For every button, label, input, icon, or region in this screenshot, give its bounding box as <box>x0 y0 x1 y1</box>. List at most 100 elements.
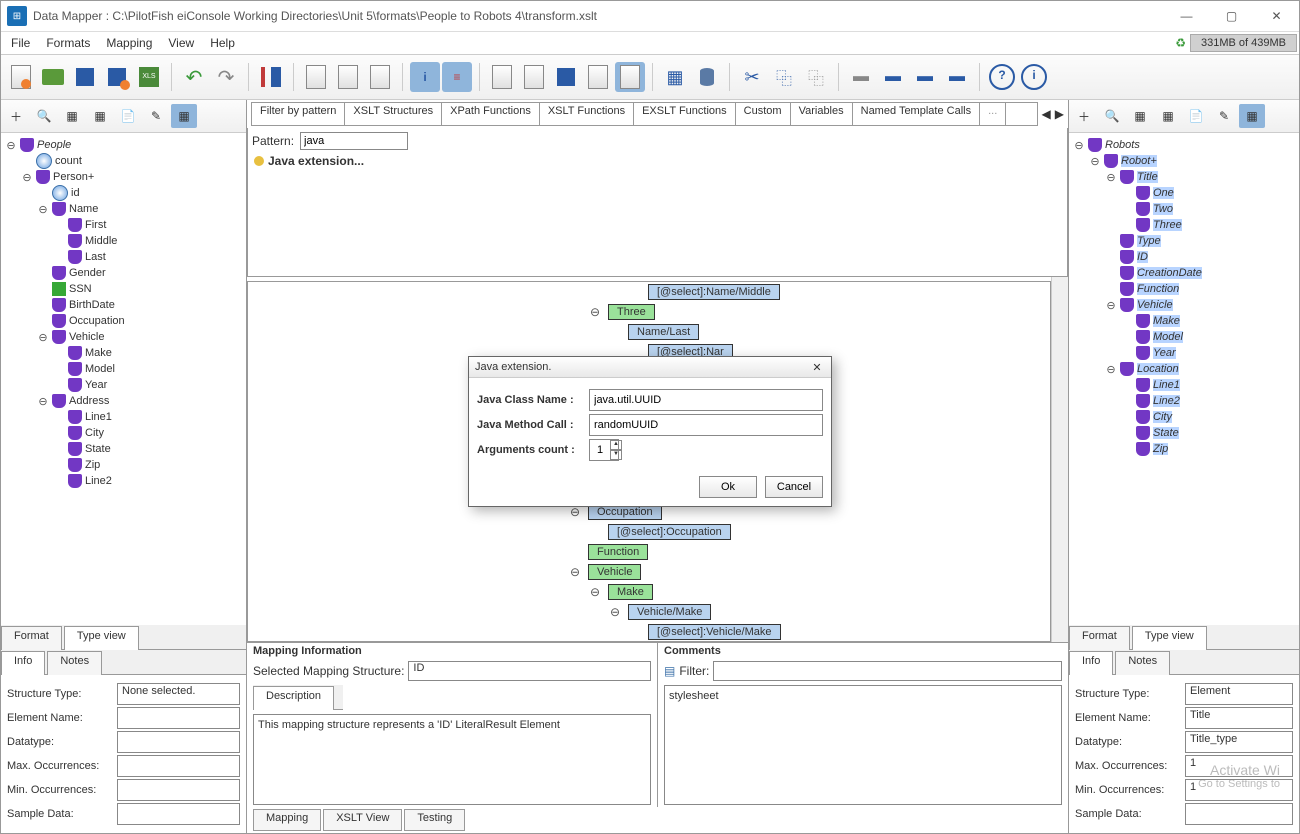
close-button[interactable]: ✕ <box>1254 1 1299 31</box>
new-file-button[interactable] <box>6 62 36 92</box>
redo-button[interactable]: ↷ <box>211 62 241 92</box>
target-node-robots[interactable]: ⊖Robots <box>1073 137 1295 153</box>
tab-mapping[interactable]: Mapping <box>253 809 321 831</box>
tab-info-right[interactable]: Info <box>1069 651 1113 675</box>
target-tree[interactable]: ⊖Robots⊖Robot+⊖TitleOneTwoThreeTypeIDCre… <box>1069 133 1299 625</box>
source-node-line2[interactable]: Line2 <box>5 473 242 489</box>
args-count-input[interactable] <box>590 440 610 460</box>
java-extension-item[interactable]: Java extension... <box>252 152 1063 170</box>
tab-xslt-view[interactable]: XSLT View <box>323 809 402 831</box>
tab-typeview-left[interactable]: Type view <box>64 626 139 650</box>
map-node-16[interactable]: ⊖Vehicle/Make <box>628 602 781 622</box>
args-count-spinner[interactable]: ▲ ▼ <box>589 439 619 461</box>
recycle-icon[interactable]: ♻ <box>1175 36 1186 50</box>
lt-btn5[interactable]: 📄 <box>115 104 141 128</box>
center-tab-2[interactable]: XPath Functions <box>442 103 540 125</box>
save-button[interactable] <box>70 62 100 92</box>
description-textarea[interactable]: This mapping structure represents a 'ID'… <box>253 714 651 805</box>
target-node-line2[interactable]: Line2 <box>1073 393 1295 409</box>
source-node-address[interactable]: ⊖Address <box>5 393 242 409</box>
map-node-17[interactable]: [@select]:Vehicle/Make <box>648 622 781 642</box>
target-node-make[interactable]: Make <box>1073 313 1295 329</box>
target-node-year[interactable]: Year <box>1073 345 1295 361</box>
map-node-14[interactable]: ⊖Vehicle <box>588 562 781 582</box>
rt-btn2[interactable]: 🔍 <box>1099 104 1125 128</box>
lt-btn4[interactable]: ▦ <box>87 104 113 128</box>
target-node-id[interactable]: ID <box>1073 249 1295 265</box>
rt-btn3[interactable]: ▦ <box>1127 104 1153 128</box>
target-node-creationdate[interactable]: CreationDate <box>1073 265 1295 281</box>
target-node-robot+[interactable]: ⊖Robot+ <box>1073 153 1295 169</box>
map-node-12[interactable]: [@select]:Occupation <box>608 522 781 542</box>
lt-btn1[interactable]: ＋ <box>3 104 29 128</box>
center-tab-3[interactable]: XSLT Functions <box>540 103 634 125</box>
page4-button[interactable] <box>583 62 613 92</box>
info2-button[interactable]: ≡ <box>442 62 472 92</box>
mapping-scrollbar[interactable] <box>1051 277 1068 642</box>
menu-view[interactable]: View <box>160 34 202 52</box>
source-node-model[interactable]: Model <box>5 361 242 377</box>
map-node-15[interactable]: ⊖Make <box>608 582 781 602</box>
center-tab-7[interactable]: Named Template Calls <box>853 103 980 125</box>
tab-format-left[interactable]: Format <box>1 626 62 650</box>
rt-btn6[interactable]: ✎ <box>1211 104 1237 128</box>
comments-list[interactable]: stylesheet <box>664 685 1062 805</box>
target-node-city[interactable]: City <box>1073 409 1295 425</box>
target-node-function[interactable]: Function <box>1073 281 1295 297</box>
spinner-down-icon[interactable]: ▼ <box>610 450 622 460</box>
source-node-ssn[interactable]: SSN <box>5 281 242 297</box>
map-node-1[interactable]: ⊖Three <box>608 302 781 322</box>
target-node-location[interactable]: ⊖Location <box>1073 361 1295 377</box>
target-node-zip[interactable]: Zip <box>1073 441 1295 457</box>
source-node-name[interactable]: ⊖Name <box>5 201 242 217</box>
center-tab-5[interactable]: Custom <box>736 103 791 125</box>
folder1-button[interactable]: ▬ <box>846 62 876 92</box>
spinner-up-icon[interactable]: ▲ <box>610 440 622 450</box>
tab-info-left[interactable]: Info <box>1 651 45 675</box>
source-node-birthdate[interactable]: BirthDate <box>5 297 242 313</box>
rt-btn4[interactable]: ▦ <box>1155 104 1181 128</box>
doc2-button[interactable] <box>333 62 363 92</box>
source-node-count[interactable]: count <box>5 153 242 169</box>
menu-formats[interactable]: Formats <box>38 34 98 52</box>
center-tab-0[interactable]: Filter by pattern <box>252 103 345 125</box>
page2-button[interactable] <box>519 62 549 92</box>
lt-btn7[interactable]: ▦ <box>171 104 197 128</box>
center-tab-1[interactable]: XSLT Structures <box>345 103 442 125</box>
maximize-button[interactable]: ▢ <box>1209 1 1254 31</box>
tab-description[interactable]: Description <box>253 686 334 710</box>
page3-button[interactable] <box>551 62 581 92</box>
lt-btn6[interactable]: ✎ <box>143 104 169 128</box>
folder3-button[interactable]: ▬ <box>910 62 940 92</box>
source-node-occupation[interactable]: Occupation <box>5 313 242 329</box>
page5-button[interactable] <box>615 62 645 92</box>
scroll-left-icon[interactable]: ◀ <box>1042 107 1051 121</box>
center-tab-8[interactable]: ... <box>980 103 1006 125</box>
tab-testing[interactable]: Testing <box>404 809 465 831</box>
cut-button[interactable]: ✂ <box>737 62 767 92</box>
source-node-state[interactable]: State <box>5 441 242 457</box>
doc3-button[interactable] <box>365 62 395 92</box>
info1-button[interactable]: i <box>410 62 440 92</box>
folder2-button[interactable]: ▬ <box>878 62 908 92</box>
source-node-year[interactable]: Year <box>5 377 242 393</box>
ok-button[interactable]: Ok <box>699 476 757 498</box>
target-node-one[interactable]: One <box>1073 185 1295 201</box>
help-button[interactable]: ? <box>987 62 1017 92</box>
about-button[interactable]: i <box>1019 62 1049 92</box>
source-node-people[interactable]: ⊖People <box>5 137 242 153</box>
menu-mapping[interactable]: Mapping <box>98 34 160 52</box>
page1-button[interactable] <box>487 62 517 92</box>
source-node-id[interactable]: id <box>5 185 242 201</box>
filter-input[interactable] <box>713 661 1062 681</box>
dialog-close-icon[interactable]: ✕ <box>809 361 825 374</box>
source-node-zip[interactable]: Zip <box>5 457 242 473</box>
pattern-input[interactable] <box>300 132 408 150</box>
target-node-title[interactable]: ⊖Title <box>1073 169 1295 185</box>
source-node-person+[interactable]: ⊖Person+ <box>5 169 242 185</box>
target-node-state[interactable]: State <box>1073 425 1295 441</box>
lt-btn2[interactable]: 🔍 <box>31 104 57 128</box>
source-node-last[interactable]: Last <box>5 249 242 265</box>
source-tree[interactable]: ⊖Peoplecount⊖Person+id⊖NameFirstMiddleLa… <box>1 133 246 625</box>
folder4-button[interactable]: ▬ <box>942 62 972 92</box>
